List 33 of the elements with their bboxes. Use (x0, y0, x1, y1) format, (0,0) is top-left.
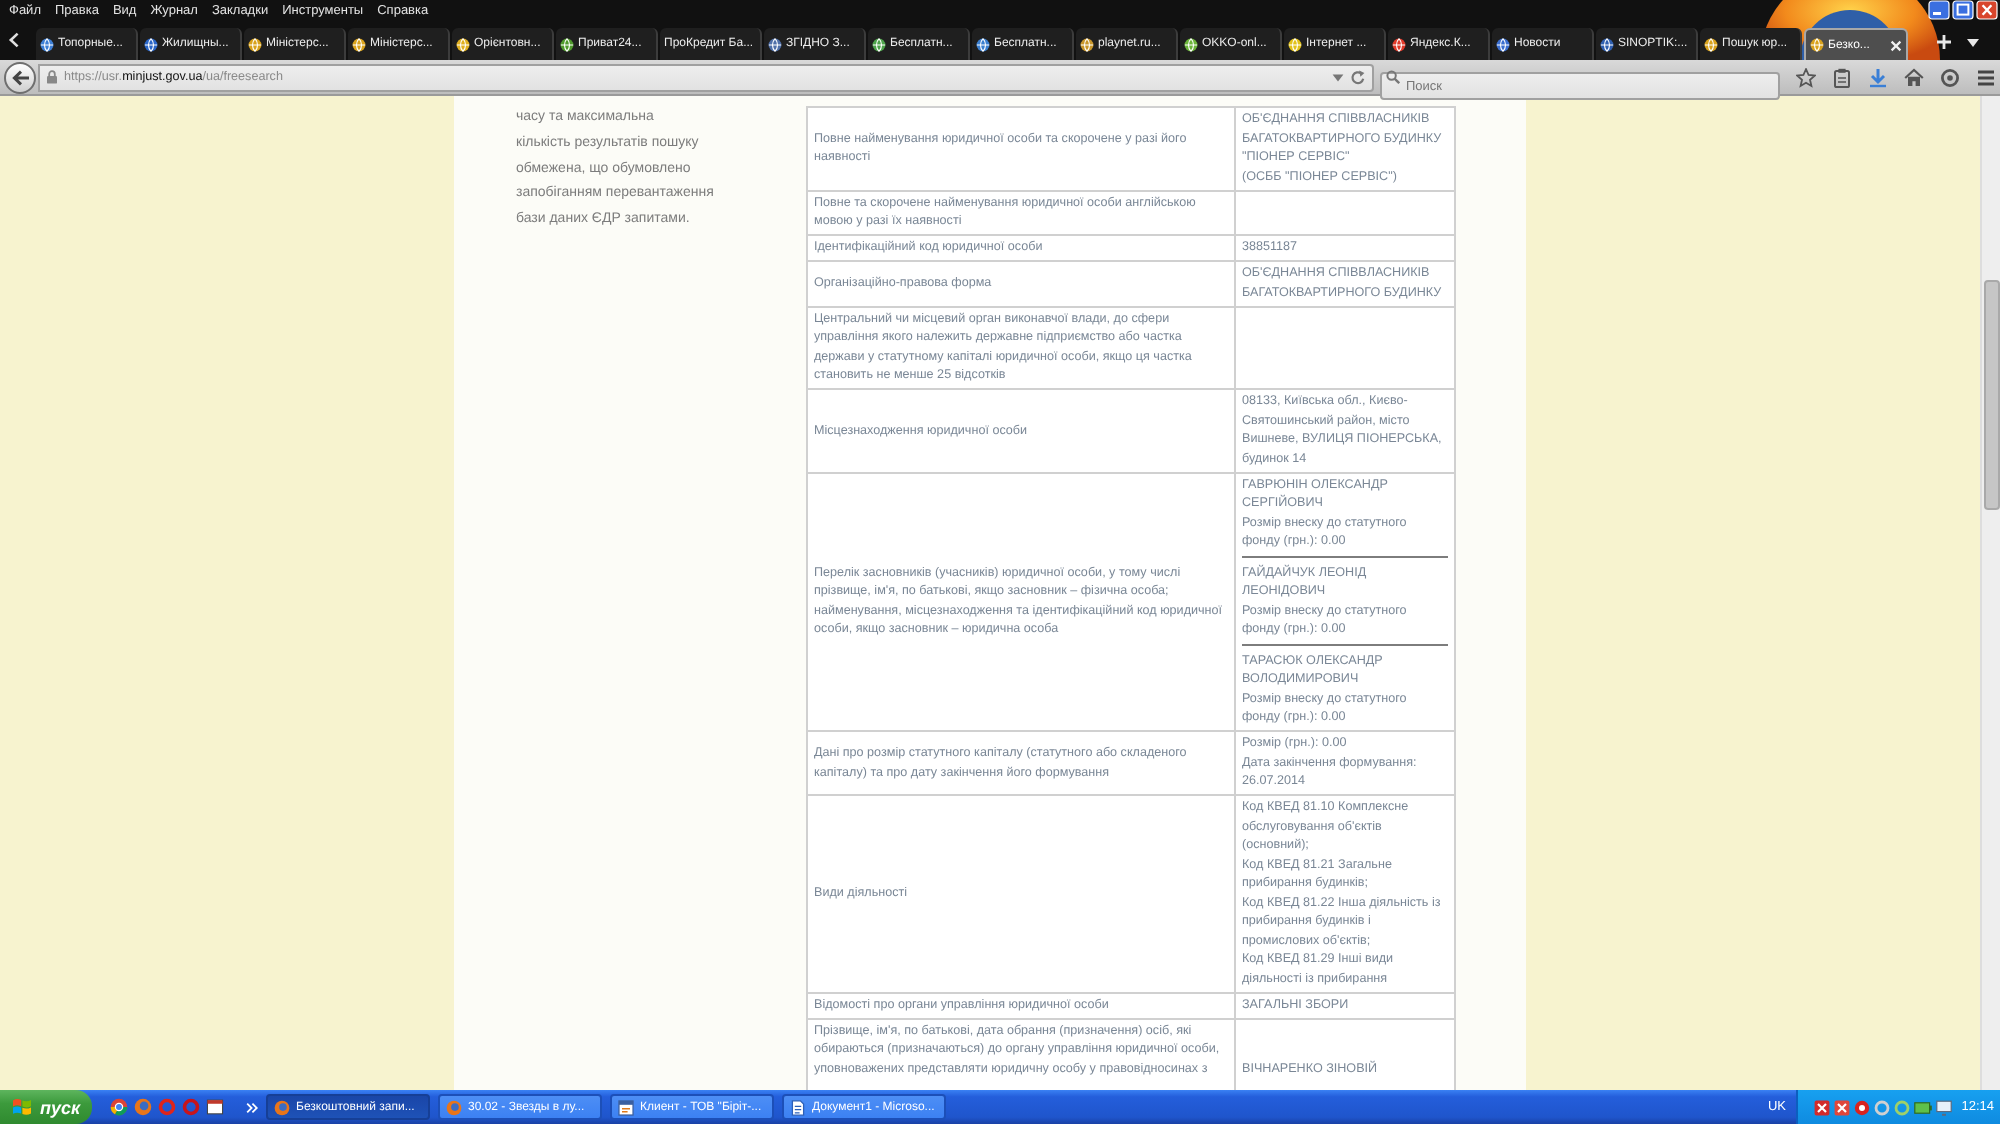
star-icon[interactable] (1796, 67, 1816, 87)
minimize-icon[interactable] (1928, 0, 1950, 20)
back-button[interactable] (4, 61, 36, 93)
browser-logo-icon (1760, 0, 1940, 60)
start-button[interactable]: пуск (0, 1090, 92, 1124)
double-chevron-icon[interactable] (246, 1101, 258, 1113)
disc-icon (274, 1099, 290, 1115)
flag-icon (12, 1098, 32, 1116)
caret-down-icon[interactable] (1966, 38, 1980, 48)
scrollbar-thumb[interactable] (1984, 280, 2000, 510)
monitor-icon[interactable] (1936, 1099, 1952, 1115)
search-icon (1386, 70, 1400, 84)
cross-tile-icon[interactable] (1814, 1099, 1830, 1115)
chevron-left-icon[interactable] (8, 32, 20, 48)
disc-icon[interactable] (1854, 1099, 1870, 1115)
target-icon[interactable] (1940, 67, 1960, 87)
window-icon (618, 1099, 634, 1115)
maximize-icon[interactable] (1952, 0, 1974, 20)
disc-icon[interactable] (110, 1098, 128, 1116)
plus-icon[interactable] (1936, 34, 1952, 50)
document-icon (790, 1099, 806, 1115)
close-icon[interactable] (1890, 39, 1902, 51)
download-icon[interactable] (1868, 67, 1888, 87)
reload-icon[interactable] (1350, 69, 1366, 85)
battery-icon[interactable] (1914, 1101, 1932, 1113)
menu-icon[interactable] (1976, 67, 1996, 87)
back-arrow-icon (11, 69, 29, 85)
window-icon[interactable] (206, 1098, 224, 1116)
home-icon[interactable] (1904, 67, 1924, 87)
lock-icon (46, 70, 58, 84)
disc-icon (446, 1099, 462, 1115)
clipboard-icon[interactable] (1832, 67, 1852, 87)
cross-tile-icon[interactable] (1834, 1099, 1850, 1115)
